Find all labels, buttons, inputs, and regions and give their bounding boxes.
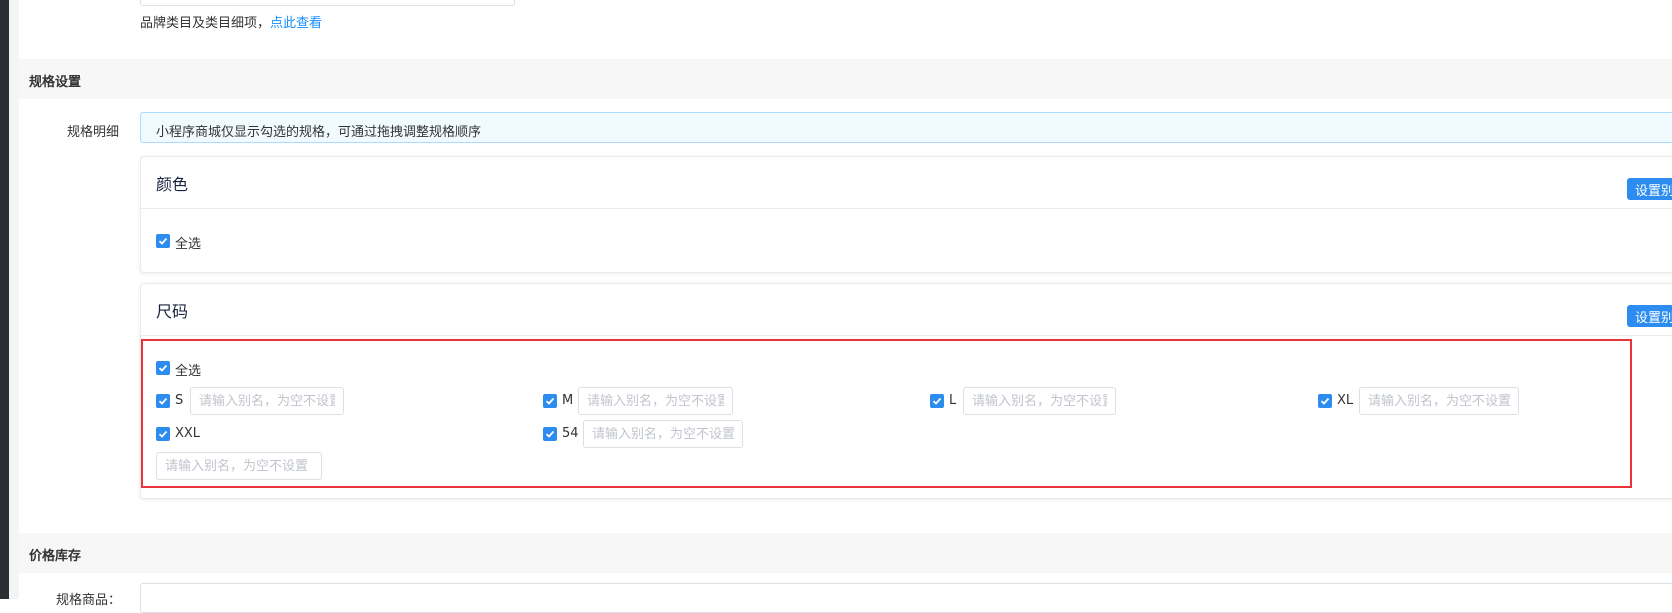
size-m-alias-input[interactable] xyxy=(578,387,733,415)
check-icon xyxy=(545,397,555,405)
size-xl-checkbox[interactable] xyxy=(1318,394,1332,408)
size-xl-label: XL xyxy=(1337,393,1354,408)
size-54-checkbox[interactable] xyxy=(543,427,557,441)
size-xxl-label: XXL xyxy=(175,426,201,441)
size-l-label: L xyxy=(949,393,957,408)
size-m-checkbox[interactable] xyxy=(543,394,557,408)
size-xl-alias-input[interactable] xyxy=(1359,387,1519,415)
price-section-header: 价格库存 xyxy=(19,533,1672,573)
size-s-label: S xyxy=(175,393,184,408)
size-xxl-checkbox[interactable] xyxy=(156,427,170,441)
size-s-checkbox[interactable] xyxy=(156,394,170,408)
spec-card-header: 尺码 设置别名 xyxy=(141,284,1672,336)
brand-hint: 品牌类目及类目细项，点此查看 xyxy=(140,12,322,31)
spec-detail-label: 规格明细 xyxy=(67,125,120,140)
spec-goods-field[interactable] xyxy=(140,583,1672,613)
select-all-checkbox[interactable] xyxy=(156,234,170,248)
select-all-label: 全选 xyxy=(175,364,202,379)
size-xxl-alias-input[interactable] xyxy=(156,452,322,480)
app-sidebar-edge xyxy=(0,0,9,599)
spec-notice: 小程序商城仅显示勾选的规格，可通过拖拽调整规格顺序 xyxy=(140,112,1672,143)
layout-gutter xyxy=(9,0,19,599)
check-icon xyxy=(1320,397,1330,405)
spec-card-header: 颜色 设置别名 xyxy=(141,157,1672,209)
check-icon xyxy=(932,397,942,405)
size-54-alias-input[interactable] xyxy=(583,420,743,448)
size-m-label: M xyxy=(562,393,574,408)
price-section-title: 价格库存 xyxy=(29,549,82,564)
check-icon xyxy=(158,397,168,405)
select-all-label: 全选 xyxy=(175,237,202,252)
size-l-checkbox[interactable] xyxy=(930,394,944,408)
spec-card-size[interactable]: 尺码 设置别名 全选 S M L XL xyxy=(140,283,1672,499)
brand-hint-text: 品牌类目及类目细项， xyxy=(140,16,271,31)
set-alias-button[interactable]: 设置别名 xyxy=(1627,178,1672,200)
spec-card-title: 尺码 xyxy=(156,302,189,321)
size-s-alias-input[interactable] xyxy=(190,387,344,415)
spec-section-title: 规格设置 xyxy=(29,75,82,90)
check-icon xyxy=(158,237,168,245)
check-icon xyxy=(158,364,168,372)
spec-card-color[interactable]: 颜色 设置别名 全选 xyxy=(140,156,1672,273)
spec-card-title: 颜色 xyxy=(156,175,189,194)
select-all-checkbox[interactable] xyxy=(156,361,170,375)
brand-view-link[interactable]: 点此查看 xyxy=(270,16,322,31)
spec-notice-text: 小程序商城仅显示勾选的规格，可通过拖拽调整规格顺序 xyxy=(156,125,482,140)
check-icon xyxy=(158,430,168,438)
brand-select[interactable] xyxy=(140,0,515,6)
check-icon xyxy=(545,430,555,438)
set-alias-button[interactable]: 设置别名 xyxy=(1627,305,1672,327)
goods-edit-form: 品牌类目及类目细项，点此查看 规格设置 规格明细 小程序商城仅显示勾选的规格，可… xyxy=(19,0,1672,613)
size-54-label: 54 xyxy=(562,426,579,441)
spec-section-header: 规格设置 xyxy=(19,59,1672,99)
size-l-alias-input[interactable] xyxy=(963,387,1116,415)
